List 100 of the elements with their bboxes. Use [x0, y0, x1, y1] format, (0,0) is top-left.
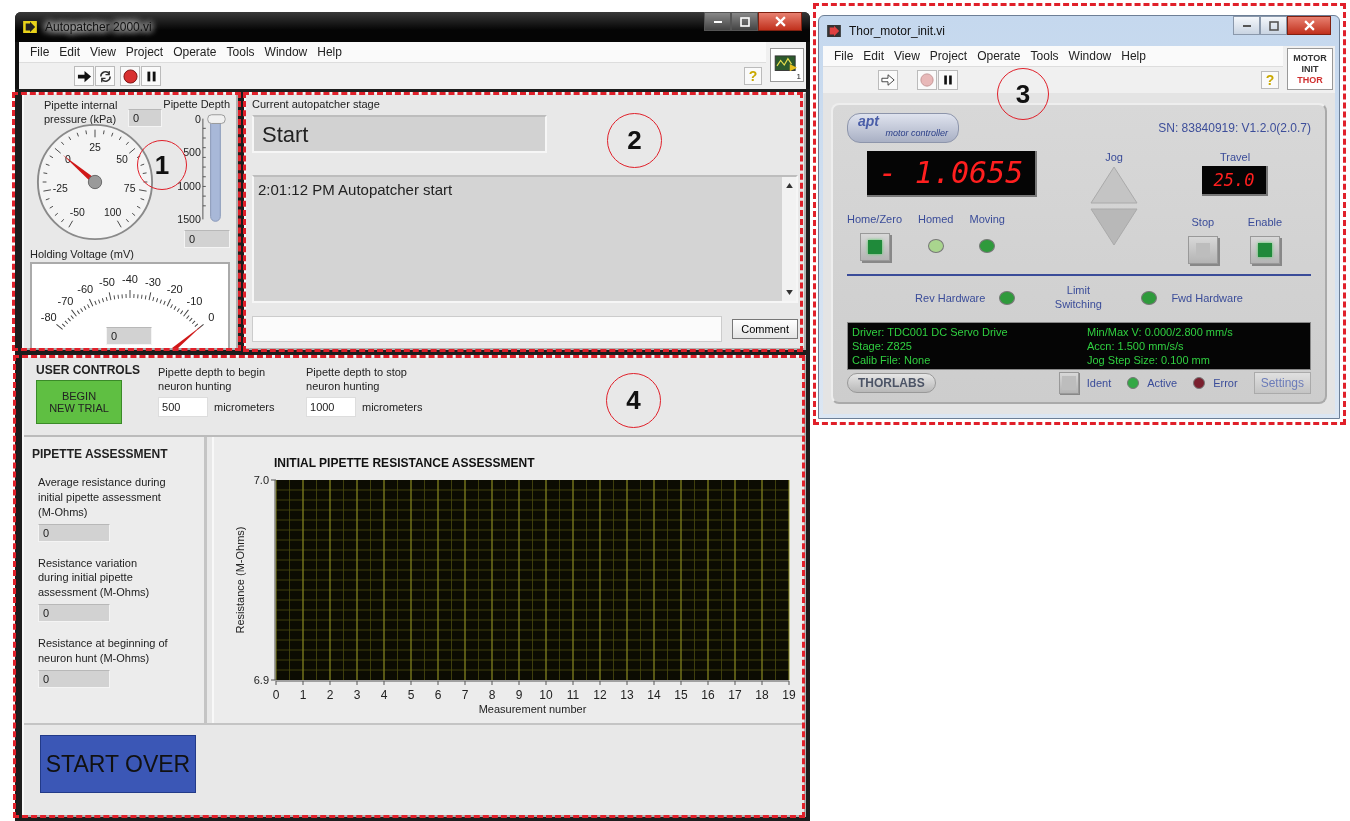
- x-tick-label: 6: [434, 688, 442, 702]
- value-readout: 0: [38, 604, 110, 623]
- pressure-label: Pipette internal pressure (kPa): [44, 98, 119, 127]
- meter-scale-label: -50: [99, 275, 115, 288]
- brand-logo: THORLABS: [847, 373, 936, 393]
- pause-button[interactable]: [938, 70, 958, 90]
- logo-subtitle: motor controller: [885, 129, 948, 138]
- menu-item[interactable]: Window: [259, 45, 313, 59]
- menu-item[interactable]: Window: [1063, 49, 1117, 63]
- scroll-up-icon[interactable]: [785, 183, 793, 188]
- pause-button[interactable]: [141, 66, 161, 86]
- x-tick-label: 3: [353, 688, 361, 702]
- scroll-down-icon[interactable]: [785, 290, 793, 295]
- app-icon: [827, 25, 841, 37]
- x-tick-label: 10: [539, 688, 553, 702]
- x-axis-title: Measurement number: [478, 703, 587, 715]
- depth-field[interactable]: 1000: [306, 396, 356, 417]
- maximize-button[interactable]: [1260, 16, 1287, 35]
- menu-item[interactable]: Operate: [972, 49, 1026, 63]
- maximize-icon: [739, 16, 750, 27]
- field-label: Resistance at beginning of neuron hunt (M-Ohms): [38, 636, 169, 666]
- close-button[interactable]: [1287, 16, 1331, 35]
- meter-scale-label: -40: [122, 273, 138, 285]
- menu-item[interactable]: Tools: [1025, 49, 1064, 63]
- y-tick-label: 7.0: [253, 474, 269, 486]
- slider-scale-label: 1500: [177, 213, 201, 226]
- begin-trial-button[interactable]: BEGIN NEW TRIAL: [36, 380, 122, 424]
- y-tick-label: 6.9: [253, 674, 269, 686]
- abort-button[interactable]: [120, 66, 140, 86]
- info-line: Driver: TDC001 DC Servo Drive: [852, 324, 1009, 339]
- minimize-icon: [1242, 24, 1251, 27]
- vi-icon-label: 1: [796, 72, 801, 81]
- chart-title: INITIAL PIPETTE RESISTANCE ASSESSMENT: [274, 456, 535, 470]
- close-button[interactable]: [758, 12, 802, 31]
- toggle-button[interactable]: [1250, 236, 1280, 264]
- maximize-button[interactable]: [731, 12, 758, 31]
- control-label: Active: [1147, 377, 1178, 389]
- run-continuously-button[interactable]: [95, 66, 115, 86]
- menu-item[interactable]: Project: [924, 49, 973, 63]
- menu-item[interactable]: Tools: [221, 45, 260, 59]
- toggle-button[interactable]: [859, 233, 890, 261]
- vi-icon-label: MOTOR: [1293, 52, 1327, 64]
- info-line: Calib File: None: [852, 352, 932, 367]
- vi-icon-label: INIT: [1301, 63, 1319, 75]
- menu-item[interactable]: Help: [1116, 49, 1151, 63]
- close-icon: [774, 16, 786, 27]
- voltage-label: Holding Voltage (mV): [30, 248, 135, 260]
- depth-readout: 0: [184, 230, 230, 248]
- comment-button[interactable]: Comment: [732, 319, 798, 339]
- pressure-readout: 0: [128, 108, 162, 127]
- field-label: Average resistance during initial pipette assessment (M-Ohms): [38, 475, 167, 520]
- jog-label: Jog: [1105, 151, 1123, 163]
- dial-scale-label: 75: [123, 182, 136, 194]
- depth-field[interactable]: 500: [158, 396, 208, 417]
- x-tick-label: 8: [488, 688, 496, 702]
- loop-icon: [97, 68, 113, 84]
- menu-item[interactable]: View: [85, 45, 121, 59]
- menu-item[interactable]: File: [829, 49, 859, 63]
- control-label: Ident: [1086, 377, 1112, 389]
- menu-item[interactable]: Edit: [858, 49, 890, 63]
- travel-label: Travel: [1219, 151, 1251, 163]
- meter-scale-label: -60: [77, 282, 94, 295]
- menu-item[interactable]: Operate: [168, 45, 222, 59]
- dial-scale-label: 50: [116, 153, 128, 165]
- x-tick-label: 5: [407, 688, 415, 702]
- limit-label: Rev Hardware: [915, 291, 986, 304]
- unit-label: micrometers: [214, 400, 275, 413]
- stage-display: Start: [252, 115, 547, 153]
- comment-field[interactable]: [252, 316, 723, 342]
- field-label: Pipette depth to begin neuron hunting: [158, 365, 267, 394]
- y-axis-title: Resistance (M-Ohms): [234, 526, 246, 634]
- run-button[interactable]: [74, 66, 94, 86]
- vi-icon-label: THOR: [1297, 74, 1323, 86]
- field-label: Resistance variation during initial pipette assessment (M-Ohms): [38, 555, 151, 601]
- menu-item[interactable]: View: [889, 49, 925, 63]
- control-label: Moving: [969, 213, 1005, 225]
- dial-scale-label: -25: [52, 182, 68, 194]
- menu-item[interactable]: Project: [120, 45, 169, 59]
- menu-item[interactable]: File: [25, 45, 55, 59]
- menu-item[interactable]: Edit: [54, 45, 86, 59]
- voltage-readout: 0: [106, 327, 152, 345]
- section-title: USER CONTROLS: [36, 363, 140, 377]
- info-line: Accn: 1.500 mm/s/s: [1087, 338, 1185, 353]
- stop-icon: [920, 73, 934, 87]
- menu-item[interactable]: Help: [312, 45, 347, 59]
- toggle-button[interactable]: [1187, 236, 1218, 264]
- slider-scale-label: 0: [195, 112, 201, 125]
- x-tick-label: 16: [701, 688, 715, 702]
- serial-number: SN: 83840919: V1.2.0(2.0.7): [1158, 121, 1311, 135]
- x-tick-label: 13: [620, 688, 634, 702]
- stop-icon: [122, 68, 138, 84]
- control-label: Enable: [1247, 216, 1283, 228]
- meter-scale-label: -30: [145, 275, 161, 288]
- x-tick-label: 14: [647, 688, 661, 702]
- minimize-button[interactable]: [1233, 16, 1260, 35]
- dial-scale-label: -50: [69, 206, 85, 218]
- minimize-button[interactable]: [704, 12, 731, 31]
- scrollbar[interactable]: [782, 177, 796, 301]
- meter-scale-label: 0: [208, 310, 215, 323]
- maximize-icon: [1268, 20, 1279, 31]
